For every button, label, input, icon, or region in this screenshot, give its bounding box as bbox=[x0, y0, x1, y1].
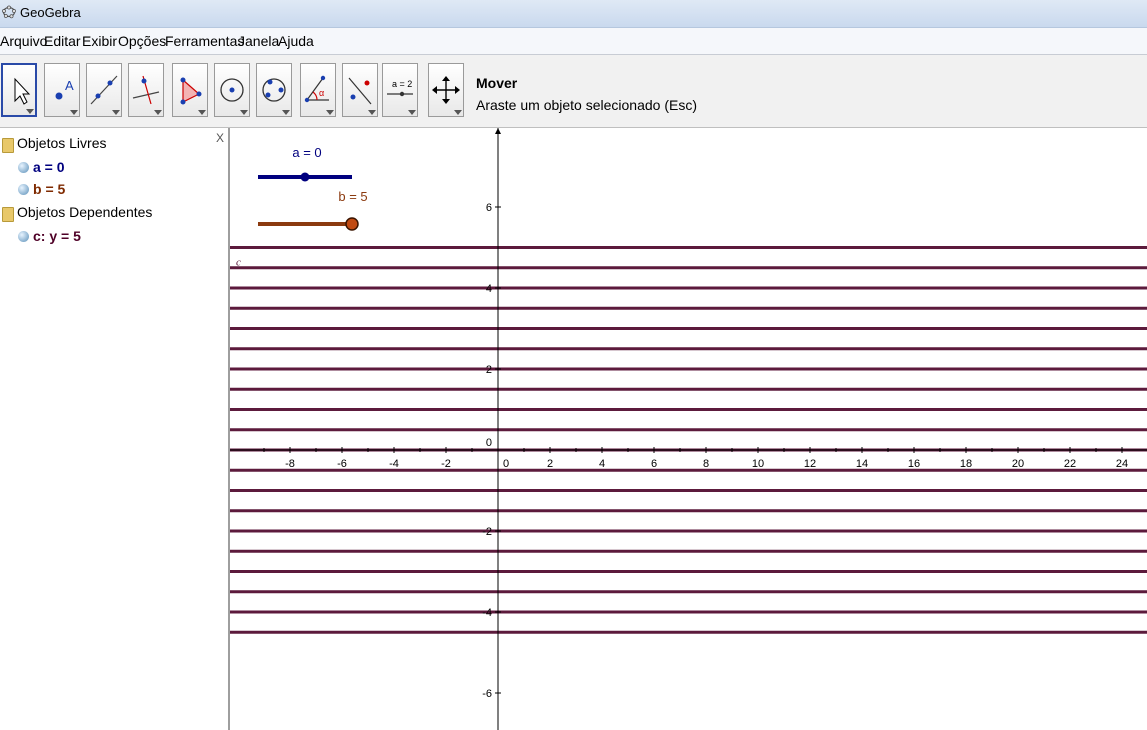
graphics-view[interactable]: -8 -6 -4 -2 0 2 4 6 8 10 12 14 16 18 20 22 24 6 4 2 0 -2 -4 -6 c… bbox=[230, 128, 1147, 730]
move-arrow-icon bbox=[14, 77, 31, 105]
free-objects-label: Objetos Livres bbox=[17, 135, 107, 151]
algebra-item-a-text: a = 0 bbox=[33, 159, 65, 175]
line-c-label: c bbox=[236, 257, 241, 269]
tool-name: Mover bbox=[476, 75, 518, 91]
perpendicular-line-icon bbox=[132, 75, 160, 105]
menu-opcoes[interactable]: Opções bbox=[118, 33, 166, 49]
circle-three-points-icon bbox=[262, 78, 286, 102]
visibility-toggle-icon[interactable] bbox=[18, 162, 29, 173]
slider-icon: a = 2 bbox=[387, 79, 413, 97]
x-tick-label: 4 bbox=[599, 458, 605, 470]
tool-new-point[interactable]: A bbox=[44, 63, 80, 117]
algebra-item-c-text: c: y = 5 bbox=[33, 228, 81, 244]
y-axis-arrow bbox=[495, 128, 501, 134]
visibility-toggle-icon[interactable] bbox=[18, 184, 29, 195]
tool-circle-three-points[interactable] bbox=[256, 63, 292, 117]
tool-perpendicular[interactable] bbox=[128, 63, 164, 117]
menu-ajuda[interactable]: Ajuda bbox=[278, 33, 314, 49]
dependent-objects-label: Objetos Dependentes bbox=[17, 204, 153, 220]
y-tick-label: 0 bbox=[486, 437, 492, 449]
folder-icon bbox=[2, 138, 14, 153]
title-bar: GeoGebra bbox=[0, 0, 1147, 28]
close-algebra-button[interactable]: X bbox=[216, 131, 224, 145]
polygon-icon bbox=[180, 77, 202, 105]
reflect-object-icon bbox=[348, 77, 372, 105]
y-tick-label: -4 bbox=[482, 607, 492, 619]
menu-janela[interactable]: Janela bbox=[238, 33, 279, 49]
x-tick-label: -4 bbox=[389, 458, 399, 470]
tool-slider[interactable]: a = 2 bbox=[382, 63, 418, 117]
menu-exibir[interactable]: Exibir bbox=[82, 33, 117, 49]
slider-b-label: b = 5 bbox=[338, 189, 367, 204]
y-tick-label: -6 bbox=[482, 688, 492, 700]
toolbar: A α a = 2 Mover Araste um objeto selecio… bbox=[0, 55, 1147, 128]
x-tick-label: 8 bbox=[703, 458, 709, 470]
tool-polygon[interactable] bbox=[172, 63, 208, 117]
x-tick-label: 2 bbox=[547, 458, 553, 470]
menu-ferramentas[interactable]: Ferramentas bbox=[165, 33, 244, 49]
tool-move-graphics[interactable] bbox=[428, 63, 464, 117]
svg-text:a = 2: a = 2 bbox=[392, 79, 412, 89]
svg-text:α: α bbox=[319, 88, 324, 98]
menu-bar: Arquivo Editar Exibir Opções Ferramentas… bbox=[0, 28, 1147, 55]
window-title: GeoGebra bbox=[20, 5, 81, 20]
y-tick-label: 2 bbox=[486, 364, 492, 376]
algebra-item-b-text: b = 5 bbox=[33, 181, 66, 197]
y-tick-label: -2 bbox=[482, 526, 492, 538]
graphics-canvas[interactable]: -8 -6 -4 -2 0 2 4 6 8 10 12 14 16 18 20 22 246420-2-4-6c… bbox=[230, 128, 1147, 730]
tool-move[interactable] bbox=[1, 63, 37, 117]
x-tick-label: 16 bbox=[908, 458, 920, 470]
x-tick-label: -2 bbox=[441, 458, 451, 470]
x-tick-label: -6 bbox=[337, 458, 347, 470]
x-tick-label: 18 bbox=[960, 458, 972, 470]
y-tick-label: 6 bbox=[486, 202, 492, 214]
slider-a-label: a = 0 bbox=[292, 145, 321, 160]
tool-angle[interactable]: α bbox=[300, 63, 336, 117]
slider-b-handle[interactable] bbox=[345, 217, 359, 231]
circle-center-point-icon bbox=[220, 78, 244, 102]
svg-text:A: A bbox=[65, 78, 74, 93]
tool-description: Araste um objeto selecionado (Esc) bbox=[476, 97, 697, 113]
angle-icon: α bbox=[304, 75, 329, 103]
x-tick-label: -8 bbox=[285, 458, 295, 470]
tool-circle[interactable] bbox=[214, 63, 250, 117]
tool-reflect[interactable] bbox=[342, 63, 378, 117]
slider-a-handle[interactable] bbox=[300, 172, 310, 182]
x-tick-label: 12 bbox=[804, 458, 816, 470]
folder-icon bbox=[2, 207, 14, 222]
geogebra-logo-icon bbox=[2, 5, 16, 19]
x-tick-label: 22 bbox=[1064, 458, 1076, 470]
new-point-icon: A bbox=[55, 78, 74, 100]
x-tick-label: 14 bbox=[856, 458, 868, 470]
y-tick-label: 4 bbox=[486, 283, 492, 295]
x-tick-label: 24 bbox=[1116, 458, 1128, 470]
algebra-view: X Objetos Livres a = 0 b = 5 Objetos Dep… bbox=[0, 128, 230, 730]
visibility-toggle-icon[interactable] bbox=[18, 231, 29, 242]
tool-line[interactable] bbox=[86, 63, 122, 117]
x-tick-label: 10 bbox=[752, 458, 764, 470]
line-through-points-icon bbox=[90, 75, 118, 105]
x-tick-label: 6 bbox=[651, 458, 657, 470]
menu-arquivo[interactable]: Arquivo bbox=[0, 33, 47, 49]
x-tick-label: 20 bbox=[1012, 458, 1024, 470]
move-graphics-icon bbox=[432, 76, 460, 104]
menu-editar[interactable]: Editar bbox=[44, 33, 81, 49]
x-tick-label: 0 bbox=[503, 458, 509, 470]
